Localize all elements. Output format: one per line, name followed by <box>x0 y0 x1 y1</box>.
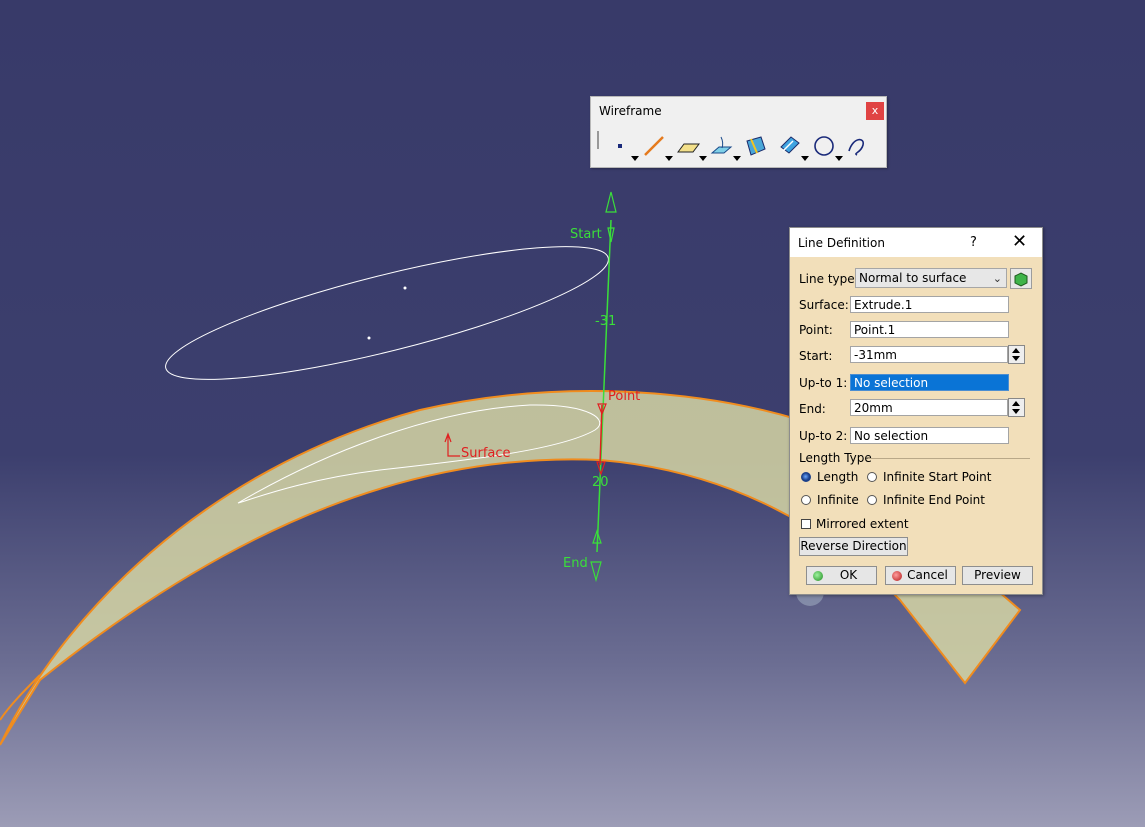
line-type-label: Line type : <box>799 272 863 286</box>
upto1-label: Up-to 1: <box>799 376 848 390</box>
line-dropdown-icon[interactable] <box>665 156 673 161</box>
cancel-icon <box>892 571 902 581</box>
spline-tool-button[interactable] <box>843 131 877 161</box>
mirrored-checkbox[interactable] <box>801 519 811 529</box>
point-dropdown-icon[interactable] <box>631 156 639 161</box>
length-radio[interactable] <box>801 472 811 482</box>
infinite-end-label[interactable]: Infinite End Point <box>883 493 985 507</box>
line-tool-button[interactable] <box>639 131 673 161</box>
end-arrow[interactable] <box>590 561 602 583</box>
cube-icon <box>1014 272 1028 287</box>
plane-icon <box>677 143 700 153</box>
help-button[interactable]: ? <box>970 235 977 250</box>
projection-tool-button[interactable] <box>707 131 741 161</box>
dialog-titlebar[interactable]: Line Definition ? ✕ <box>790 228 1042 257</box>
toolbar-grip[interactable] <box>597 131 599 149</box>
end-label: End <box>563 556 588 571</box>
surface-field[interactable]: Extrude.1 <box>850 296 1009 313</box>
offset-tool-button[interactable] <box>775 131 809 161</box>
intersection-tool-button[interactable] <box>741 131 775 161</box>
ok-button[interactable]: OK <box>806 566 877 585</box>
start-field-label: Start: <box>799 349 833 363</box>
projection-dropdown-icon[interactable] <box>733 156 741 161</box>
spline-icon <box>848 138 864 156</box>
projection-icon <box>710 136 733 154</box>
dialog-close-button[interactable]: ✕ <box>1012 231 1027 252</box>
point-icon <box>618 144 622 148</box>
surface-field-label: Surface: <box>799 298 849 312</box>
circle-dropdown-icon[interactable] <box>835 156 843 161</box>
surface-label: Surface <box>461 446 511 461</box>
circle-icon <box>814 136 834 156</box>
reverse-direction-button[interactable]: Reverse Direction <box>799 537 908 556</box>
profile-vertex <box>367 336 371 340</box>
mirrored-label[interactable]: Mirrored extent <box>816 517 909 531</box>
line-type-options-button[interactable] <box>1010 268 1032 289</box>
circle-tool-button[interactable] <box>809 131 843 161</box>
infinite-start-label[interactable]: Infinite Start Point <box>883 470 991 484</box>
point-label: Point <box>608 389 640 404</box>
end-field-label: End: <box>799 402 826 416</box>
upto2-field[interactable]: No selection <box>850 427 1009 444</box>
start-field[interactable]: -31mm <box>850 346 1008 363</box>
length-type-heading: Length Type <box>799 451 872 465</box>
start-spinner[interactable] <box>1008 345 1025 364</box>
dialog-title: Line Definition <box>798 236 885 250</box>
plane-tool-button[interactable] <box>673 131 707 161</box>
ok-icon <box>813 571 823 581</box>
offset-dropdown-icon[interactable] <box>801 156 809 161</box>
line-definition-dialog[interactable]: Line Definition ? ✕ Line type : Normal t… <box>789 227 1043 595</box>
infinite-radio-label[interactable]: Infinite <box>817 493 859 507</box>
spin-up-icon[interactable] <box>1012 348 1020 353</box>
start-arrow[interactable] <box>605 191 617 213</box>
line-type-value: Normal to surface <box>859 271 967 285</box>
spin-down-icon[interactable] <box>1012 356 1020 361</box>
wireframe-toolbar[interactable]: Wireframe x <box>590 96 887 168</box>
start-label: Start <box>570 227 602 242</box>
plane-dropdown-icon[interactable] <box>699 156 707 161</box>
upto2-label: Up-to 2: <box>799 429 848 443</box>
infinite-end-radio[interactable] <box>867 495 877 505</box>
end-field[interactable]: 20mm <box>850 399 1008 416</box>
infinite-radio[interactable] <box>801 495 811 505</box>
start-value-label[interactable]: -31 <box>595 314 616 329</box>
spin-down-icon[interactable] <box>1012 409 1020 414</box>
cancel-button[interactable]: Cancel <box>885 566 956 585</box>
ok-label: OK <box>839 568 858 582</box>
toolbar-title: Wireframe <box>599 104 662 118</box>
toolbar-close-button[interactable]: x <box>866 102 884 120</box>
airfoil-profile[interactable] <box>157 221 618 405</box>
normal-line[interactable] <box>596 219 612 553</box>
profile-vertex <box>403 286 407 290</box>
preview-button[interactable]: Preview <box>962 566 1033 585</box>
line-type-select[interactable]: Normal to surface ⌄ <box>855 268 1007 288</box>
end-spinner[interactable] <box>1008 398 1025 417</box>
cancel-label: Cancel <box>907 568 948 582</box>
point-field-label: Point: <box>799 323 833 337</box>
upto1-field[interactable]: No selection <box>850 374 1009 391</box>
chevron-down-icon: ⌄ <box>992 272 1002 285</box>
offset-icon <box>780 136 800 154</box>
group-divider <box>868 458 1030 459</box>
spin-up-icon[interactable] <box>1012 401 1020 406</box>
infinite-start-radio[interactable] <box>867 472 877 482</box>
length-radio-label[interactable]: Length <box>817 470 858 484</box>
end-value-label[interactable]: 20 <box>592 475 609 490</box>
intersection-icon <box>746 136 766 156</box>
point-field[interactable]: Point.1 <box>850 321 1009 338</box>
point-tool-button[interactable] <box>605 131 639 161</box>
line-icon <box>644 136 664 156</box>
